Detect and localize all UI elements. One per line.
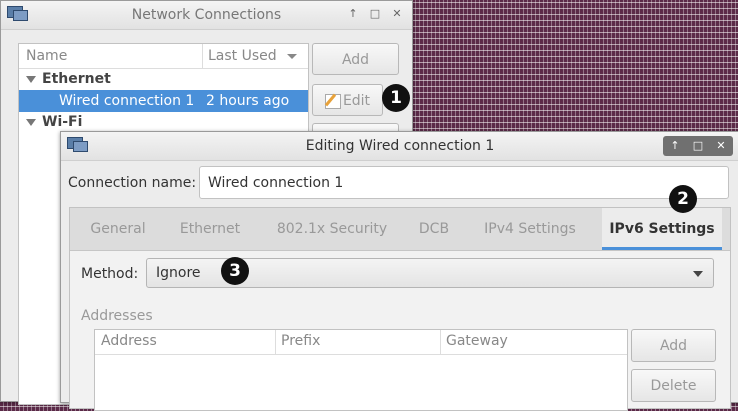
table-header-line [95,354,627,355]
column-divider [202,44,203,68]
callout-badge-1: 1 [382,84,410,112]
add-address-button[interactable]: Add [631,329,716,362]
tab-ipv4-settings[interactable]: IPv4 Settings [470,208,590,250]
connection-name-label: Connection name: [68,175,197,191]
close-icon[interactable]: ✕ [390,7,404,21]
connection-last-used: 2 hours ago [206,93,290,109]
column-divider [440,330,441,354]
pin-icon[interactable]: ↑ [346,7,360,21]
edit-icon [324,93,341,109]
editing-titlebar[interactable]: Editing Wired connection 1 ↑ □ ✕ [61,132,738,161]
addresses-table[interactable]: Address Prefix Gateway [94,329,628,411]
edit-connection-button[interactable]: Edit [312,84,383,116]
network-connections-titlebar[interactable]: Network Connections ↑ □ ✕ [1,1,412,30]
group-label: Wi-Fi [42,114,83,130]
callout-badge-3: 3 [221,257,249,285]
tab-ethernet[interactable]: Ethernet [169,208,251,250]
group-label: Ethernet [42,71,111,87]
maximize-icon[interactable]: □ [368,7,382,21]
tab-8021x-security[interactable]: 802.1x Security [267,208,397,250]
tab-dcb[interactable]: DCB [412,208,456,250]
add-connection-button[interactable]: Add [312,43,399,75]
connection-name: Wired connection 1 [59,93,195,109]
editing-connection-window: Editing Wired connection 1 ↑ □ ✕ Connect… [60,131,738,411]
callout-badge-2: 2 [669,185,697,213]
tab-ipv6-settings[interactable]: IPv6 Settings [602,208,722,250]
tree-header: Name Last Used [19,44,308,69]
editing-window-title: Editing Wired connection 1 [305,138,495,154]
address-column-header[interactable]: Address [101,333,157,349]
column-header-last-used[interactable]: Last Used [208,44,277,68]
pin-icon[interactable]: ↑ [668,139,682,153]
close-icon[interactable]: ✕ [714,139,728,153]
addresses-label: Addresses [81,308,153,324]
group-ethernet[interactable]: Ethernet [19,69,308,90]
expand-arrow-icon[interactable] [26,76,36,83]
gateway-column-header[interactable]: Gateway [446,333,508,349]
add-label: Add [659,338,688,354]
group-wifi[interactable]: Wi-Fi [19,112,308,133]
tab-general[interactable]: General [78,208,158,250]
edit-label: Edit [342,93,371,109]
connection-name-input[interactable]: Wired connection 1 [199,166,729,199]
method-value: Ignore [156,265,201,281]
method-label: Method: [81,266,139,282]
connection-name-value: Wired connection 1 [208,175,344,191]
add-label: Add [341,52,370,68]
sort-arrow-icon [287,54,297,59]
connection-row-wired-1[interactable]: Wired connection 1 2 hours ago [19,90,308,112]
maximize-icon[interactable]: □ [691,139,705,153]
delete-address-button[interactable]: Delete [631,369,716,402]
tab-bar: General Ethernet 802.1x Security DCB IPv… [70,208,730,251]
prefix-column-header[interactable]: Prefix [281,333,320,349]
column-header-name[interactable]: Name [26,44,67,68]
column-divider [275,330,276,354]
expand-arrow-icon[interactable] [26,119,36,126]
notebook: General Ethernet 802.1x Security DCB IPv… [69,207,731,411]
window-controls: ↑ □ ✕ [663,136,733,156]
chevron-down-icon [693,271,703,277]
